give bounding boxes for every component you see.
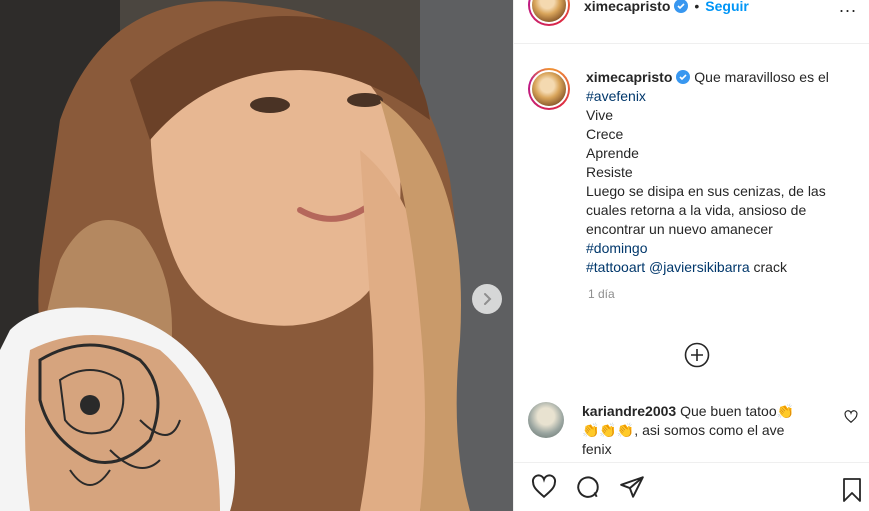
post-header: ximecapristo • Seguir ...: [514, 0, 869, 44]
save-button[interactable]: [840, 477, 864, 506]
caption-line-resiste: Resiste: [586, 164, 633, 180]
caption-line-crece: Crece: [586, 126, 624, 142]
comment-item: kariandre2003 Que buen tatoo👏 👏👏👏, asi s…: [528, 402, 858, 459]
hashtag-avefenix[interactable]: #avefenix: [586, 87, 855, 106]
caption-line-vive: Vive: [586, 107, 613, 123]
comment-text-2: 👏👏👏, asi somos como el ave: [582, 422, 785, 438]
hashtag-tattooart[interactable]: #tattooart: [586, 259, 645, 275]
caption-line-aprende: Aprende: [586, 145, 639, 161]
chevron-right-icon: [484, 293, 492, 305]
next-photo-button[interactable]: [472, 284, 502, 314]
heart-icon: [531, 474, 557, 499]
comment-like-heart-icon[interactable]: [844, 410, 858, 424]
verified-badge-icon: [676, 70, 691, 84]
paper-plane-icon: [620, 476, 644, 498]
author-avatar[interactable]: [528, 0, 570, 26]
comment-text-3: fenix: [582, 441, 612, 457]
author-username[interactable]: ximecapristo: [584, 0, 670, 14]
post-photo: [0, 0, 513, 511]
comment-text-1: Que buen tatoo👏: [680, 403, 795, 419]
caption-line-luego-2: cuales retorna a la vida, ansioso de: [586, 202, 807, 218]
comment-bubble-icon: [577, 476, 599, 498]
comment-text: kariandre2003 Que buen tatoo👏 👏👏👏, asi s…: [582, 402, 832, 459]
follow-button[interactable]: Seguir: [705, 0, 749, 14]
caption-text-start: Que maravilloso es el: [694, 69, 829, 85]
post-sidebar: ximecapristo • Seguir ... ximecapristo Q…: [513, 0, 869, 511]
commenter-username[interactable]: kariandre2003: [582, 403, 676, 419]
caption-end-word: crack: [753, 259, 787, 275]
plus-circle-icon[interactable]: [684, 342, 710, 368]
action-bar: [514, 462, 869, 511]
like-button[interactable]: [530, 473, 558, 501]
post-caption: ximecapristo Que maravilloso es el #avef…: [514, 44, 869, 277]
caption-line-luego-1: Luego se disipa en sus cenizas, de las: [586, 183, 826, 199]
caption-username[interactable]: ximecapristo: [586, 69, 672, 85]
caption-text: ximecapristo Que maravilloso es el #avef…: [586, 68, 855, 277]
post-timestamp[interactable]: 1 día: [588, 287, 869, 301]
verified-badge-icon: [674, 0, 689, 13]
instagram-post: ximecapristo • Seguir ... ximecapristo Q…: [0, 0, 869, 511]
hashtag-domingo[interactable]: #domingo: [586, 239, 855, 258]
more-options-button[interactable]: ...: [839, 0, 857, 17]
commenter-avatar[interactable]: [528, 402, 564, 438]
comment-button[interactable]: [574, 473, 602, 501]
mention-javiersikibarra[interactable]: @javiersikibarra: [649, 259, 750, 275]
caption-line-luego-3: encontrar un nuevo amanecer: [586, 221, 773, 237]
caption-avatar[interactable]: [528, 68, 570, 110]
share-button[interactable]: [618, 473, 646, 501]
post-media[interactable]: [0, 0, 513, 511]
separator-dot: •: [694, 0, 700, 14]
bookmark-icon: [843, 478, 861, 502]
